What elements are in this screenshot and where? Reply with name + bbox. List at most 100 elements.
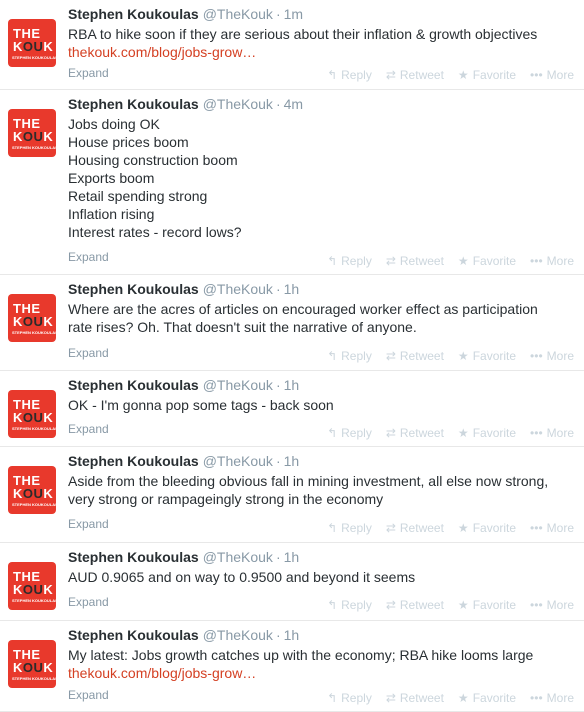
tweet-timestamp[interactable]: 1h (284, 377, 300, 393)
reply-button[interactable]: ↰ Reply (327, 68, 372, 82)
tweet-text-line: Jobs doing OK (68, 116, 160, 132)
retweet-button[interactable]: ⇄ Retweet (386, 254, 444, 268)
favorite-button[interactable]: ★ Favorite (458, 426, 516, 440)
avatar-logo-line3: STEPHEN KOUKOULAS (12, 330, 56, 335)
avatar[interactable]: THE KOUK STEPHEN KOUKOULAS (8, 640, 56, 688)
favorite-button[interactable]: ★ Favorite (458, 598, 516, 612)
tweet[interactable]: THE KOUK STEPHEN KOUKOULAS Stephen Kouko… (0, 90, 584, 275)
author-handle[interactable]: @TheKouk (203, 453, 273, 469)
tweet-text-line: very strong or rampageingly strong in th… (68, 491, 384, 507)
tweet-link[interactable]: thekouk.com/blog/jobs-grow… (68, 664, 578, 682)
tweet[interactable]: THE KOUK STEPHEN KOUKOULAS Stephen Kouko… (0, 621, 584, 712)
tweet[interactable]: THE KOUK STEPHEN KOUKOULAS Stephen Kouko… (0, 447, 584, 543)
author-name[interactable]: Stephen Koukoulas (68, 281, 199, 297)
tweet-text: RBA to hike soon if they are serious abo… (68, 25, 578, 61)
retweet-button[interactable]: ⇄ Retweet (386, 426, 444, 440)
avatar-logo-line2: KOUK (13, 39, 54, 54)
tweet-timestamp[interactable]: 1h (284, 453, 300, 469)
avatar-logo-line3: STEPHEN KOUKOULAS (12, 55, 56, 60)
tweet-text-line: House prices boom (68, 134, 189, 150)
tweet-link[interactable]: thekouk.com/blog/jobs-grow… (68, 43, 578, 61)
expand-link[interactable]: Expand (68, 688, 109, 702)
tweet-header: Stephen Koukoulas @TheKouk · 1h (68, 281, 299, 297)
tweet[interactable]: THE KOUK STEPHEN KOUKOULAS Stephen Kouko… (0, 275, 584, 371)
tweet-text-line: RBA to hike soon if they are serious abo… (68, 26, 538, 42)
retweet-button[interactable]: ⇄ Retweet (386, 691, 444, 705)
tweet-timestamp[interactable]: 1m (284, 6, 303, 22)
author-name[interactable]: Stephen Koukoulas (68, 96, 199, 112)
author-handle[interactable]: @TheKouk (203, 549, 273, 565)
more-button[interactable]: ••• More (530, 521, 574, 535)
avatar[interactable]: THE KOUK STEPHEN KOUKOULAS (8, 562, 56, 610)
author-handle[interactable]: @TheKouk (203, 96, 273, 112)
favorite-button[interactable]: ★ Favorite (458, 521, 516, 535)
star-icon: ★ (457, 691, 469, 705)
tweet[interactable]: THE KOUK STEPHEN KOUKOULAS Stephen Kouko… (0, 0, 584, 90)
favorite-button[interactable]: ★ Favorite (458, 691, 516, 705)
avatar-logo-line3: STEPHEN KOUKOULAS (12, 145, 56, 150)
avatar-logo-line2: KOUK (13, 410, 54, 425)
tweet-text: Where are the acres of articles on encou… (68, 300, 578, 336)
expand-link[interactable]: Expand (68, 517, 109, 531)
avatar[interactable]: THE KOUK STEPHEN KOUKOULAS (8, 109, 56, 157)
more-button[interactable]: ••• More (530, 349, 574, 363)
more-button[interactable]: ••• More (530, 598, 574, 612)
favorite-button[interactable]: ★ Favorite (458, 68, 516, 82)
separator-dot: · (275, 96, 281, 112)
retweet-button[interactable]: ⇄ Retweet (386, 349, 444, 363)
more-button[interactable]: ••• More (530, 68, 574, 82)
favorite-button[interactable]: ★ Favorite (458, 254, 516, 268)
tweet[interactable]: THE KOUK STEPHEN KOUKOULAS Stephen Kouko… (0, 543, 584, 621)
reply-button[interactable]: ↰ Reply (327, 426, 372, 440)
retweet-button[interactable]: ⇄ Retweet (386, 598, 444, 612)
author-name[interactable]: Stephen Koukoulas (68, 377, 199, 393)
author-name[interactable]: Stephen Koukoulas (68, 453, 199, 469)
expand-link[interactable]: Expand (68, 66, 109, 80)
author-handle[interactable]: @TheKouk (203, 627, 273, 643)
author-handle[interactable]: @TheKouk (203, 6, 273, 22)
author-handle[interactable]: @TheKouk (203, 281, 273, 297)
tweet-timestamp[interactable]: 1h (284, 627, 300, 643)
reply-button[interactable]: ↰ Reply (327, 254, 372, 268)
tweet[interactable]: THE KOUK STEPHEN KOUKOULAS Stephen Kouko… (0, 371, 584, 447)
tweet-timestamp[interactable]: 1h (284, 281, 300, 297)
author-name[interactable]: Stephen Koukoulas (68, 549, 199, 565)
tweet-actions: ↰ Reply ⇄ Retweet ★ Favorite ••• More (313, 598, 574, 612)
more-button[interactable]: ••• More (530, 426, 574, 440)
reply-button[interactable]: ↰ Reply (327, 691, 372, 705)
reply-button[interactable]: ↰ Reply (327, 349, 372, 363)
star-icon: ★ (457, 254, 469, 268)
author-name[interactable]: Stephen Koukoulas (68, 6, 199, 22)
tweet-text-line: Where are the acres of articles on encou… (68, 301, 538, 317)
expand-link[interactable]: Expand (68, 595, 109, 609)
favorite-button[interactable]: ★ Favorite (458, 349, 516, 363)
retweet-icon: ⇄ (385, 254, 396, 268)
expand-link[interactable]: Expand (68, 346, 109, 360)
tweet-actions: ↰ Reply ⇄ Retweet ★ Favorite ••• More (313, 426, 574, 440)
tweet-text-line: OK - I'm gonna pop some tags - back soon (68, 397, 334, 413)
retweet-button[interactable]: ⇄ Retweet (386, 68, 444, 82)
expand-link[interactable]: Expand (68, 250, 109, 264)
avatar-logo-line2: KOUK (13, 129, 54, 144)
more-button[interactable]: ••• More (530, 254, 574, 268)
separator-dot: · (275, 281, 281, 297)
tweet-actions: ↰ Reply ⇄ Retweet ★ Favorite ••• More (313, 349, 574, 363)
author-name[interactable]: Stephen Koukoulas (68, 627, 199, 643)
author-handle[interactable]: @TheKouk (203, 377, 273, 393)
avatar[interactable]: THE KOUK STEPHEN KOUKOULAS (8, 390, 56, 438)
tweet-timestamp[interactable]: 4m (284, 96, 303, 112)
avatar[interactable]: THE KOUK STEPHEN KOUKOULAS (8, 294, 56, 342)
expand-link[interactable]: Expand (68, 422, 109, 436)
more-button[interactable]: ••• More (530, 691, 574, 705)
reply-button[interactable]: ↰ Reply (327, 598, 372, 612)
tweet-text: OK - I'm gonna pop some tags - back soon (68, 396, 578, 414)
retweet-button[interactable]: ⇄ Retweet (386, 521, 444, 535)
tweet-timestamp[interactable]: 1h (284, 549, 300, 565)
reply-button[interactable]: ↰ Reply (327, 521, 372, 535)
retweet-icon: ⇄ (385, 598, 396, 612)
avatar[interactable]: THE KOUK STEPHEN KOUKOULAS (8, 19, 56, 67)
tweet-text-line: Interest rates - record lows? (68, 224, 242, 240)
avatar[interactable]: THE KOUK STEPHEN KOUKOULAS (8, 466, 56, 514)
tweet-actions: ↰ Reply ⇄ Retweet ★ Favorite ••• More (313, 254, 574, 268)
tweet-header: Stephen Koukoulas @TheKouk · 1h (68, 627, 299, 643)
